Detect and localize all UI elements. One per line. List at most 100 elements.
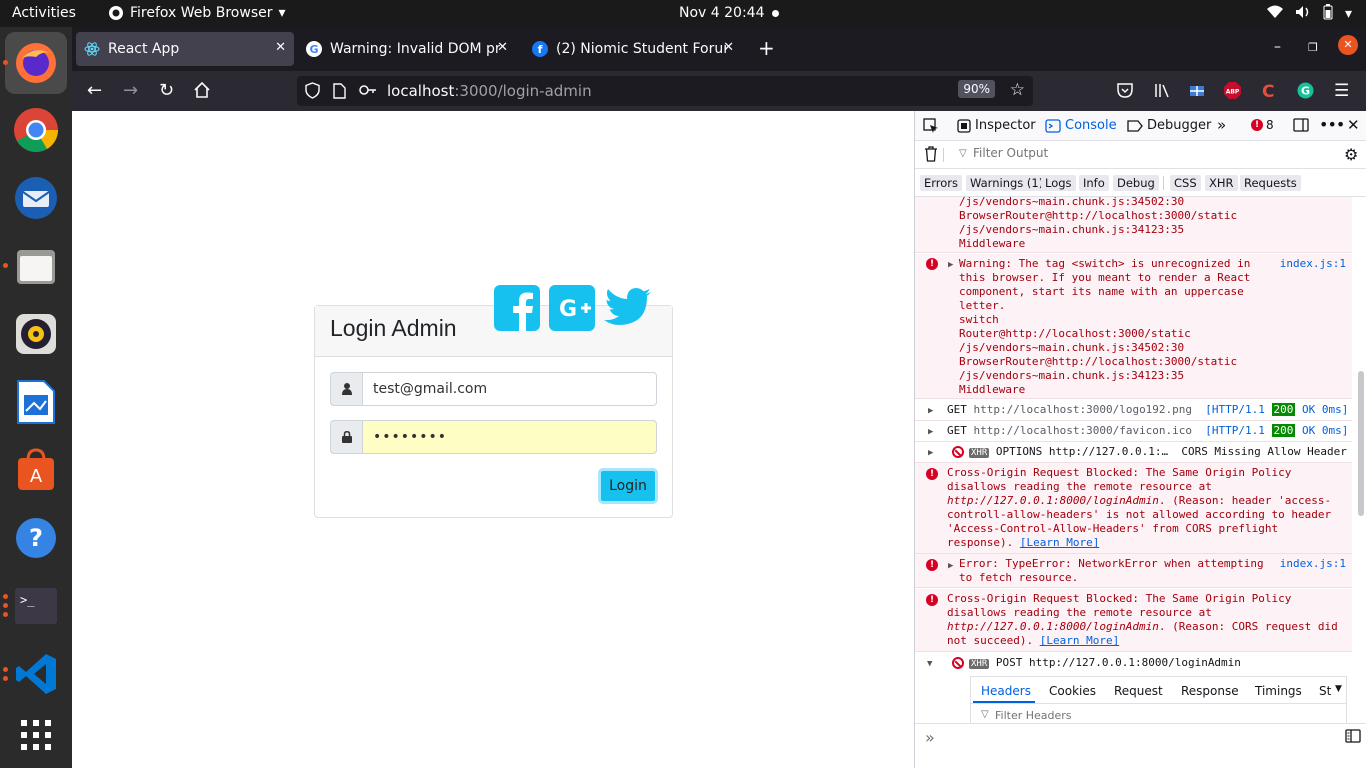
console-input[interactable]: »: [915, 723, 1366, 768]
extension-c-icon[interactable]: C: [1260, 82, 1277, 103]
address-bar[interactable]: localhost:3000/login-admin 90% ☆: [297, 76, 1033, 106]
dock-terminal[interactable]: >_: [11, 581, 61, 631]
net-tab-timings[interactable]: Timings: [1255, 684, 1302, 698]
console-xhr-message[interactable]: ▶ XHR OPTIONS http://127.0.0.1:… CORS Mi…: [915, 442, 1352, 463]
net-tab-stack[interactable]: St: [1319, 684, 1331, 698]
show-applications-button[interactable]: [11, 710, 61, 760]
editor-mode-icon[interactable]: [1345, 729, 1361, 746]
filter-requests[interactable]: Requests: [1240, 175, 1301, 191]
pocket-icon[interactable]: [1117, 83, 1133, 102]
expand-arrow-icon[interactable]: ▶: [928, 425, 933, 439]
close-tab-icon[interactable]: ✕: [723, 40, 734, 55]
learn-more-link[interactable]: [Learn More]: [1040, 634, 1119, 647]
hamburger-menu-icon[interactable]: ☰: [1334, 81, 1349, 101]
dock-software-center[interactable]: A: [11, 445, 61, 495]
dock-rhythmbox[interactable]: [11, 309, 61, 359]
filter-logs[interactable]: Logs: [1041, 175, 1076, 191]
reload-button[interactable]: ↻: [159, 81, 174, 101]
net-tab-cookies[interactable]: Cookies: [1049, 684, 1096, 698]
element-picker-icon[interactable]: [923, 118, 939, 137]
new-tab-button[interactable]: +: [758, 36, 775, 60]
close-tab-icon[interactable]: ✕: [497, 40, 508, 55]
login-button[interactable]: Login: [598, 468, 658, 504]
adblock-plus-icon[interactable]: ABP: [1224, 82, 1241, 103]
net-tab-headers[interactable]: Headers: [981, 684, 1031, 698]
login-title: Login Admin: [330, 315, 457, 341]
dock-firefox[interactable]: [5, 32, 67, 94]
tab-console[interactable]: Console: [1037, 118, 1123, 143]
twitter-icon[interactable]: [604, 287, 652, 331]
email-field[interactable]: [363, 372, 657, 406]
dock-side-icon[interactable]: [1293, 117, 1309, 136]
notification-dot: [772, 10, 779, 17]
tab-warning-invalid-dom[interactable]: G Warning: Invalid DOM pro ✕: [298, 32, 516, 66]
url-text: localhost:3000/login-admin: [387, 82, 592, 100]
volume-icon: [1295, 5, 1311, 23]
clock[interactable]: Nov 4 20:44: [679, 5, 764, 21]
system-tray[interactable]: ▾: [1266, 4, 1352, 24]
tab-inspector[interactable]: Inspector: [957, 118, 1036, 133]
dock-help[interactable]: ?: [11, 513, 61, 563]
tab-react-app[interactable]: React App ✕: [76, 32, 294, 66]
collapse-arrow-icon[interactable]: ▼: [927, 657, 932, 671]
expand-arrow-icon[interactable]: ▶: [928, 446, 933, 460]
dock-libreoffice-writer[interactable]: [11, 377, 61, 427]
filter-warnings[interactable]: Warnings (1): [966, 175, 1048, 191]
filter-xhr[interactable]: XHR: [1205, 175, 1238, 191]
zoom-indicator[interactable]: 90%: [958, 80, 995, 98]
email-input-group: [330, 372, 657, 406]
source-link[interactable]: index.js:1: [1280, 257, 1346, 271]
tab-niomic-student-forum[interactable]: f (2) Niomic Student Forum ✕: [524, 32, 742, 66]
google-plus-icon[interactable]: G: [549, 285, 595, 335]
dock-thunderbird[interactable]: [11, 173, 61, 223]
facebook-icon[interactable]: [494, 285, 540, 335]
home-button[interactable]: [193, 81, 211, 104]
library-icon[interactable]: [1154, 83, 1170, 102]
console-network-message[interactable]: ▶ GET http://localhost:3000/logo192.png …: [915, 400, 1352, 421]
minimize-button[interactable]: –: [1274, 39, 1281, 55]
key-icon: [359, 83, 377, 101]
filter-css[interactable]: CSS: [1170, 175, 1201, 191]
source-link[interactable]: index.js:1: [1280, 557, 1346, 571]
filter-output-input[interactable]: [973, 146, 1333, 160]
chevron-down-icon[interactable]: ▼: [1335, 684, 1342, 694]
tab-debugger[interactable]: Debugger: [1127, 118, 1211, 133]
close-tab-icon[interactable]: ✕: [275, 40, 286, 55]
error-count-badge[interactable]: ! 8: [1251, 118, 1274, 132]
dock-chrome[interactable]: [11, 105, 61, 155]
net-tab-request[interactable]: Request: [1114, 684, 1163, 698]
net-tab-response[interactable]: Response: [1181, 684, 1239, 698]
expand-arrow-icon[interactable]: ▶: [948, 258, 953, 272]
console-output[interactable]: /js/vendors~main.chunk.js:34502:30 Brows…: [915, 197, 1352, 723]
filter-errors[interactable]: Errors: [920, 175, 963, 191]
console-message: ! Cross-Origin Request Blocked: The Same…: [915, 589, 1352, 652]
console-message[interactable]: ! ▶ Error: TypeError: NetworkError when …: [915, 554, 1352, 588]
dock-vscode[interactable]: [11, 649, 61, 699]
grammarly-icon[interactable]: G: [1297, 82, 1314, 103]
filter-debug[interactable]: Debug: [1113, 175, 1159, 191]
password-field[interactable]: [363, 420, 657, 454]
settings-gear-icon[interactable]: ⚙: [1344, 145, 1358, 164]
filter-headers-input[interactable]: Filter Headers: [995, 709, 1072, 722]
extension-blue-icon[interactable]: [1189, 83, 1205, 102]
close-devtools-icon[interactable]: ✕: [1347, 116, 1360, 134]
trash-icon[interactable]: [924, 146, 938, 165]
more-options-icon[interactable]: •••: [1319, 115, 1345, 134]
bookmark-star-icon[interactable]: ☆: [1010, 80, 1025, 100]
app-menu[interactable]: Firefox Web Browser ▾: [108, 5, 286, 21]
back-button[interactable]: ←: [87, 81, 102, 101]
close-window-button[interactable]: ✕: [1338, 35, 1358, 55]
expand-arrow-icon[interactable]: ▶: [948, 559, 953, 573]
learn-more-link[interactable]: [Learn More]: [1020, 536, 1099, 549]
expand-arrow-icon[interactable]: ▶: [928, 404, 933, 418]
filter-info[interactable]: Info: [1079, 175, 1109, 191]
forward-button[interactable]: →: [123, 81, 138, 101]
vscode-icon: [16, 654, 56, 694]
activities-button[interactable]: Activities: [12, 5, 76, 21]
console-message[interactable]: ! ▶ Warning: The tag <switch> is unrecog…: [915, 254, 1352, 399]
console-network-message[interactable]: ▶ GET http://localhost:3000/favicon.ico …: [915, 421, 1352, 442]
maximize-button[interactable]: ❐: [1308, 41, 1318, 54]
console-scrollbar[interactable]: [1358, 371, 1364, 516]
dock-files[interactable]: [11, 241, 61, 291]
more-tabs-icon[interactable]: »: [1217, 116, 1226, 134]
